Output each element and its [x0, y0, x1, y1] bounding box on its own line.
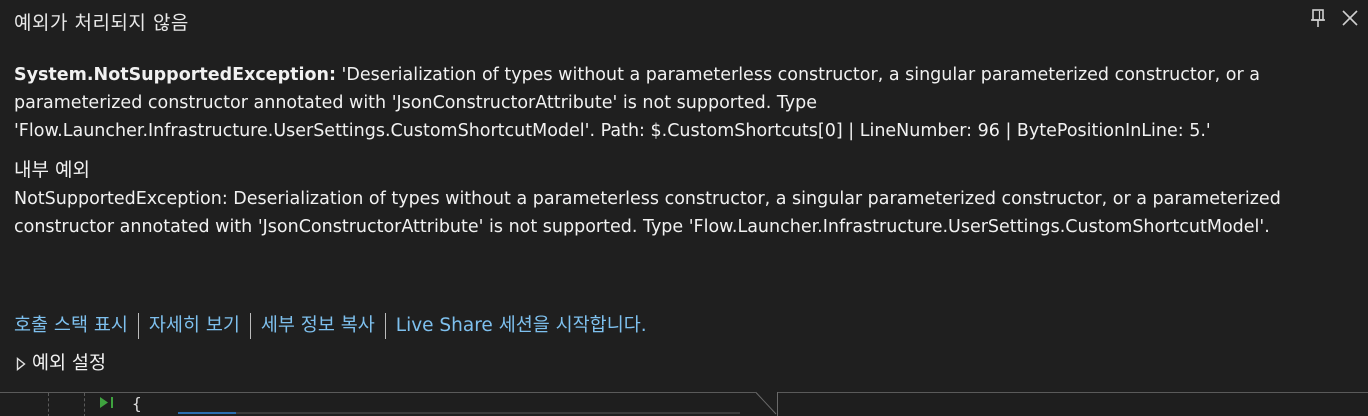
- start-live-share-link[interactable]: Live Share 세션을 시작합니다.: [396, 312, 647, 340]
- inner-exception-message: NotSupportedException: Deserialization o…: [14, 189, 1281, 237]
- execution-marker-icon[interactable]: [99, 396, 119, 410]
- popup-pointer: [756, 392, 778, 416]
- show-call-stack-link[interactable]: 호출 스택 표시: [14, 312, 128, 340]
- action-links: 호출 스택 표시 자세히 보기 세부 정보 복사 Live Share 세션을 …: [14, 312, 647, 340]
- popup-title: 예외가 처리되지 않음: [14, 12, 189, 34]
- indent-guide: [48, 393, 49, 416]
- exception-type: System.NotSupportedException:: [14, 65, 336, 85]
- expand-triangle-icon: [16, 357, 26, 371]
- exception-message: System.NotSupportedException: 'Deseriali…: [14, 61, 1344, 145]
- link-separator: [249, 313, 251, 339]
- exception-popup: 예외가 처리되지 않음 System.NotSupportedException…: [0, 0, 1368, 392]
- pin-button[interactable]: [1306, 6, 1330, 30]
- inner-exception-title: 내부 예외: [14, 159, 90, 181]
- close-icon: [1342, 10, 1358, 26]
- editor-scroll-thumb[interactable]: [178, 412, 236, 414]
- code-line: {: [132, 394, 142, 413]
- copy-details-link[interactable]: 세부 정보 복사: [261, 312, 375, 340]
- title-icons: [1306, 6, 1362, 30]
- pin-icon: [1311, 9, 1325, 27]
- view-details-link[interactable]: 자세히 보기: [149, 312, 240, 340]
- editor-scroll-track: [178, 412, 740, 414]
- exception-settings-label: 예외 설정: [32, 353, 106, 374]
- exception-settings-toggle[interactable]: 예외 설정: [16, 350, 106, 378]
- indent-guide: [84, 393, 85, 416]
- close-button[interactable]: [1338, 6, 1362, 30]
- link-separator: [137, 313, 139, 339]
- link-separator: [384, 313, 386, 339]
